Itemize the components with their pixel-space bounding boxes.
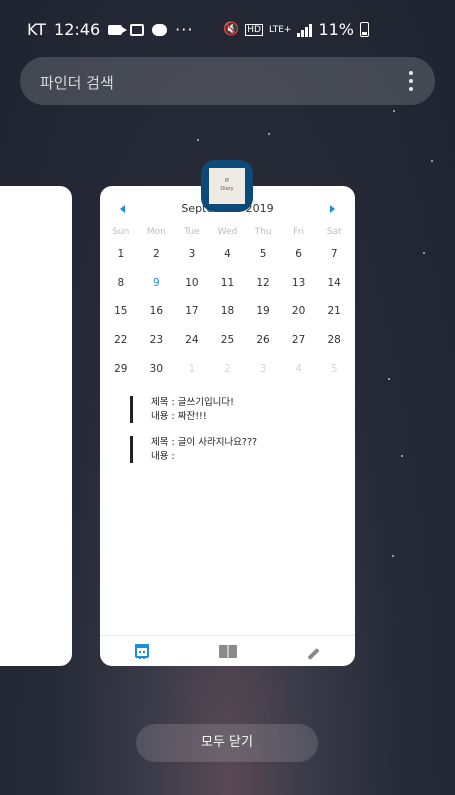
carrier-label: KT [27,20,47,39]
calendar-day[interactable]: 15 [103,305,139,317]
clock: 12:46 [54,20,101,39]
memo-content: 내용 : [151,450,175,462]
bottom-toolbar [100,635,355,666]
calendar-day[interactable]: 3 [174,248,210,260]
more-options-icon[interactable] [409,71,413,95]
book-icon[interactable] [219,644,237,658]
weekday-label: Mon [146,227,166,237]
calendar-day-next-month[interactable]: 4 [281,363,317,375]
memo-title: 제목 : 글이 사라지나요??? [151,437,258,448]
memo-content: 내용 : 짜잔!!! [151,410,207,422]
calendar-day[interactable]: 27 [281,334,317,346]
calendar-day[interactable]: 10 [174,277,210,289]
weekday-label: Thu [254,227,272,237]
app-icon-diary[interactable]: IP Diary [201,160,253,212]
calendar-day[interactable]: 17 [174,305,210,317]
weekday-label: Sat [326,227,342,237]
recent-app-card-diary[interactable]: September 2019 Sun Mon Tue Wed Thu Fri S… [100,186,355,666]
weekday-label: Sun [112,227,130,237]
video-icon [108,24,128,35]
calendar-day[interactable]: 11 [210,277,246,289]
calendar-day[interactable]: 16 [139,305,175,317]
mute-icon: 🔇 [223,21,240,37]
search-placeholder: 파인더 검색 [40,74,114,92]
app-icon-label-1: IP [224,178,230,184]
memo-title: 제목 : 글쓰기입니다! [151,397,234,408]
calendar-day-next-month[interactable]: 2 [210,363,246,375]
calendar-day-next-month[interactable]: 3 [245,363,281,375]
more-notifications-icon: ··· [175,20,194,39]
calendar-day[interactable]: 6 [281,248,317,260]
calendar-day-next-month[interactable]: 1 [174,363,210,375]
calendar-day[interactable]: 7 [316,248,352,260]
calendar-day[interactable]: 8 [103,277,139,289]
weekday-label: Fri [293,227,304,237]
calendar-day[interactable]: 13 [281,277,317,289]
calendar-day[interactable]: 5 [245,248,281,260]
calendar-day[interactable]: 18 [210,305,246,317]
calendar-day[interactable]: 1 [103,248,139,260]
recent-app-card-previous[interactable] [0,186,72,666]
calendar-day[interactable]: 2 [139,248,175,260]
calendar-day[interactable]: 23 [139,334,175,346]
calendar-day[interactable]: 20 [281,305,317,317]
next-month-icon[interactable] [330,205,335,213]
calendar-day[interactable]: 19 [245,305,281,317]
battery-percent: 11% [318,20,354,39]
memo-item[interactable]: 제목 : 글이 사라지나요??? 내용 : [130,436,351,463]
calendar-day-next-month[interactable]: 5 [316,363,352,375]
status-bar: KT 12:46 ··· 🔇 HD LTE+ 11% [0,0,455,60]
app-icon-label-2: Diary [220,186,234,192]
calendar-day[interactable]: 12 [245,277,281,289]
calendar-day[interactable]: 26 [245,334,281,346]
battery-icon [360,22,369,37]
calendar-icon[interactable] [135,644,149,659]
calendar-day[interactable]: 29 [103,363,139,375]
calendar-day[interactable]: 4 [210,248,246,260]
calendar-day[interactable]: 22 [103,334,139,346]
weekday-label: Tue [184,227,200,237]
calendar-day[interactable]: 25 [210,334,246,346]
finder-search-bar[interactable]: 파인더 검색 [20,57,435,105]
memo-item[interactable]: 제목 : 글쓰기입니다! 내용 : 짜잔!!! [130,396,351,423]
lte-icon: LTE+ [268,24,292,35]
gallery-icon [130,23,145,36]
calendar-day[interactable]: 30 [139,363,175,375]
calendar-day[interactable]: 28 [316,334,352,346]
signal-icon [297,23,313,37]
pencil-icon[interactable] [307,647,320,661]
calendar-day-selected[interactable]: 9 [139,277,175,289]
hd-icon: HD [245,23,263,36]
talk-icon [152,23,168,36]
calendar-day[interactable]: 21 [316,305,352,317]
calendar-grid: Sun Mon Tue Wed Thu Fri Sat 1 2 3 4 5 6 … [103,224,352,383]
calendar-day[interactable]: 14 [316,277,352,289]
calendar-day[interactable]: 24 [174,334,210,346]
weekday-label: Wed [217,227,238,237]
close-all-button[interactable]: 모두 닫기 [136,724,318,762]
